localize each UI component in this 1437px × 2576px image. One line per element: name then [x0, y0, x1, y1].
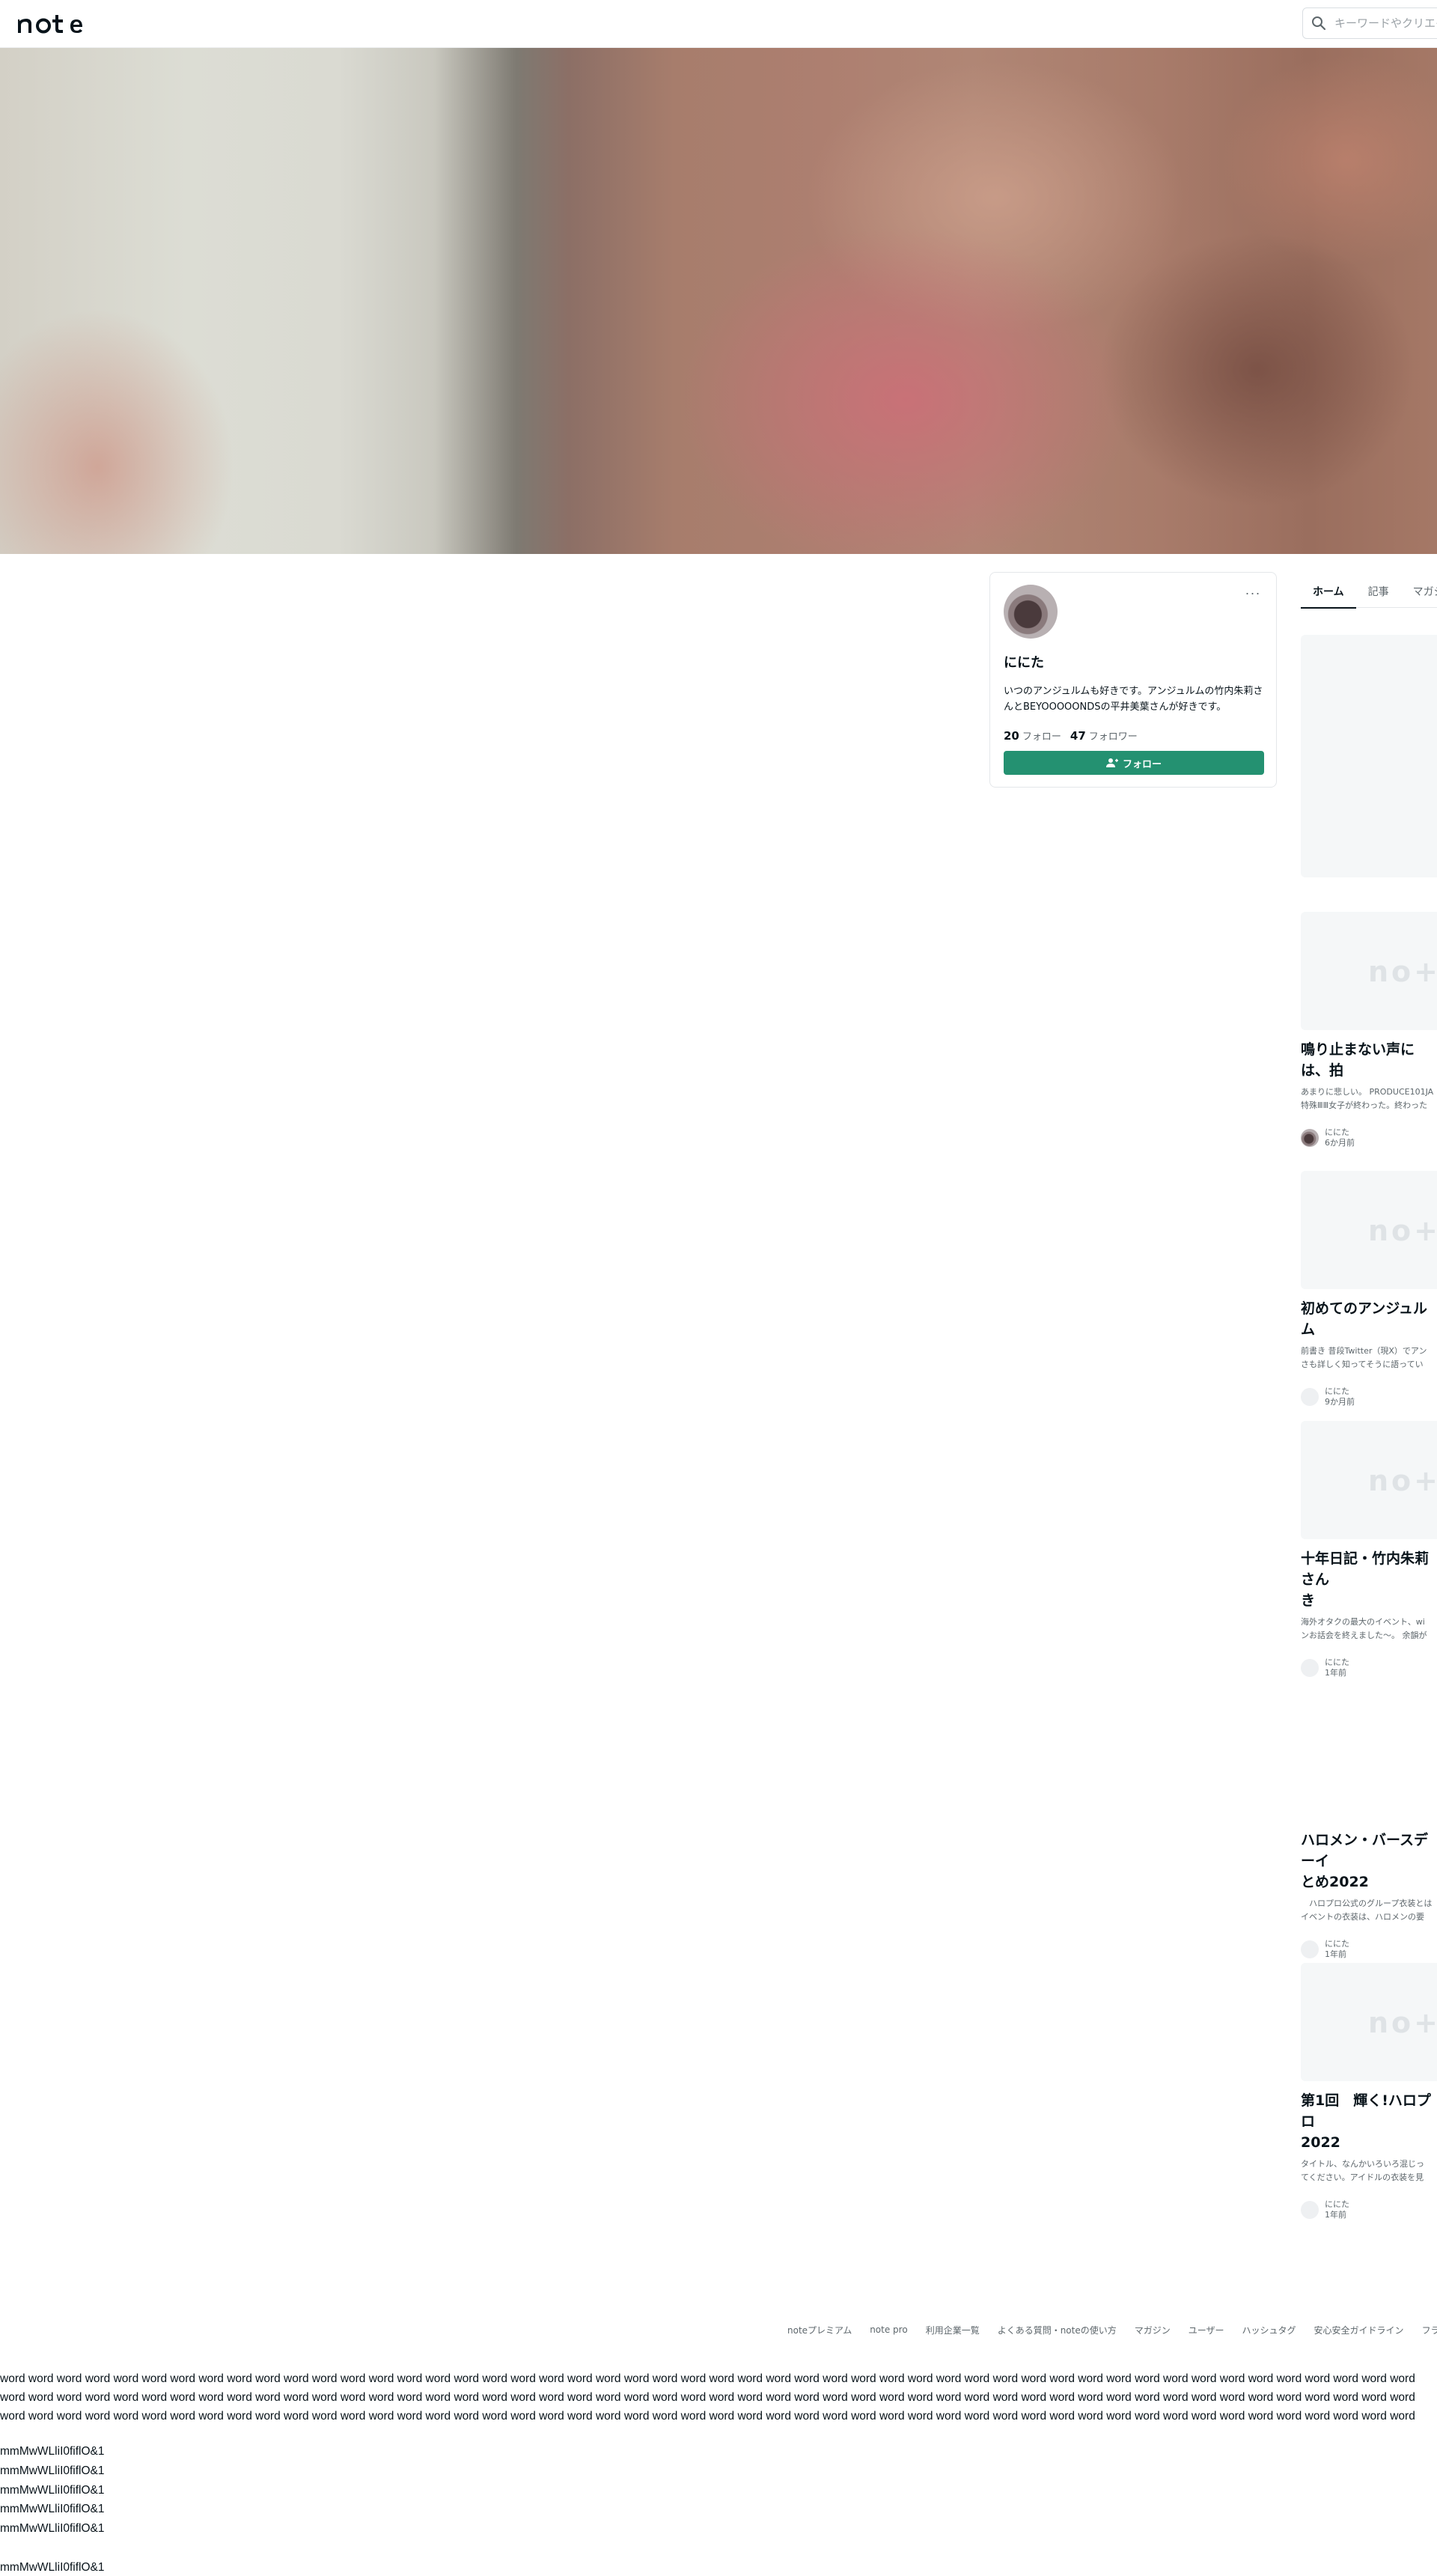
article-author[interactable]: ににた 9か月前	[1301, 1386, 1437, 1407]
profile-bio: いつのアンジュルムも好きです。アンジュルムの竹内朱莉さんとBEYOOOOONDS…	[1004, 686, 1263, 713]
article-card[interactable]: no+ 初めてのアンジュルム前書き 昔段Twitter（現X）でアン さも詳しく知…	[1301, 1171, 1437, 1407]
footer-link[interactable]: 安心安全ガイドライン	[1314, 2324, 1404, 2336]
follow-button-label: フォロー	[1122, 758, 1162, 770]
probe-line: mmMwWLliI0fiflO&1	[0, 2483, 105, 2497]
article-author[interactable]: ににた 1年前	[1301, 2199, 1437, 2220]
article-card[interactable]: ハロメン・バースデーイ とめ2022 ハロプロ公式のグループ衣装とは イベントの…	[1301, 1702, 1437, 1960]
profile-avatar[interactable]	[1004, 585, 1058, 639]
note-watermark-icon: no+	[1368, 955, 1437, 988]
article-card[interactable]: no+ 十年日記・竹内朱莉さん き海外オタクの最大のイベント、wi ンお話会を終え…	[1301, 1421, 1437, 1678]
footer-link[interactable]: フラ	[1422, 2324, 1437, 2336]
article-title[interactable]: 鳴り止まない声には、拍	[1301, 1039, 1437, 1081]
author-name[interactable]: ににた	[1325, 1127, 1349, 1138]
probe-line: mmMwWLliI0fiflO&1	[0, 2503, 105, 2516]
article-card[interactable]: no+ 鳴り止まない声には、拍あまりに悲しい。 PRODUCE101JA 特殊ⅢⅢ…	[1301, 912, 1437, 1148]
article-thumbnail[interactable]: no+	[1301, 1963, 1437, 2081]
note-logo[interactable]	[16, 12, 91, 34]
article-title[interactable]: ハロメン・バースデーイ とめ2022	[1301, 1830, 1437, 1893]
article-author[interactable]: ににた 1年前	[1301, 1939, 1437, 1960]
article-title[interactable]: 初めてのアンジュルム	[1301, 1298, 1437, 1340]
article-excerpt: タイトル、なんかいろいろ混じっ てください。アイドルの衣装を見	[1301, 2159, 1424, 2182]
followers-label[interactable]: フォロワー	[1089, 728, 1138, 743]
author-avatar[interactable]	[1301, 1940, 1319, 1958]
note-watermark-icon: no+	[1368, 1214, 1437, 1247]
footer-link[interactable]: マガジン	[1135, 2324, 1171, 2336]
author-avatar[interactable]	[1301, 1659, 1319, 1677]
global-header	[0, 0, 1437, 48]
author-avatar[interactable]	[1301, 1129, 1319, 1147]
probe-line	[0, 2539, 105, 2558]
following-label[interactable]: フォロー	[1022, 728, 1061, 743]
search-input[interactable]	[1334, 16, 1437, 30]
tab-2[interactable]: マガジン	[1401, 573, 1437, 608]
probe-line: mmMwWLliI0fiflO&1	[0, 2464, 105, 2477]
font-probe-lines: mmMwWLliI0fiflO&1 mmMwWLliI0fiflO&1 mmMwWL…	[0, 2442, 105, 2576]
article-excerpt: あまりに悲しい。 PRODUCE101JA 特殊ⅢⅢ女子が終わった。終わった	[1301, 1087, 1434, 1110]
footer-links: noteプレミアム note pro 利用企業一覧 よくある質問・noteの使い方 マガ…	[787, 2321, 1437, 2339]
profile-stats: 20 フォロー 47 フォロワー	[1004, 728, 1147, 743]
probe-line: mmMwWLliI0fiflO&1	[0, 2560, 105, 2574]
article-thumbnail[interactable]: no+	[1301, 1171, 1437, 1289]
note-logo-icon	[18, 15, 82, 34]
footer-link[interactable]: note pro	[870, 2324, 907, 2335]
probe-line: mmMwWLliI0fiflO&1	[0, 2522, 105, 2536]
article-author[interactable]: ににた 1年前	[1301, 1657, 1437, 1678]
following-count[interactable]: 20	[1004, 729, 1019, 743]
article-thumbnail[interactable]: no+	[1301, 912, 1437, 1030]
profile-name: ににた	[1004, 655, 1044, 671]
author-avatar[interactable]	[1301, 2201, 1319, 2219]
article-time: 6か月前	[1325, 1138, 1355, 1148]
author-name[interactable]: ににた	[1325, 1939, 1349, 1949]
article-time: 1年前	[1325, 1949, 1346, 1959]
article-time: 9か月前	[1325, 1397, 1355, 1407]
profile-header-image	[0, 48, 1437, 554]
article-time: 1年前	[1325, 1668, 1346, 1678]
overflow-text: word word word word word word word word …	[0, 2372, 1415, 2423]
note-watermark-icon: no+	[1368, 2006, 1437, 2039]
profile-tabs: ホーム記事マガジン	[1301, 573, 1437, 609]
article-title[interactable]: 第1回 輝く!ハロプロ 2022	[1301, 2090, 1437, 2153]
author-name[interactable]: ににた	[1325, 1386, 1349, 1397]
followers-count[interactable]: 47	[1070, 729, 1086, 743]
author-avatar[interactable]	[1301, 1388, 1319, 1406]
footer-link[interactable]: ユーザー	[1189, 2324, 1224, 2336]
article-thumbnail-empty	[1301, 1702, 1437, 1821]
tab-0[interactable]: ホーム	[1301, 573, 1356, 609]
article-card[interactable]: no+ 第1回 輝く!ハロプロ 2022 タイトル、なんかいろいろ混じっ てください…	[1301, 1963, 1437, 2220]
more-options-button[interactable]: ···	[1243, 583, 1263, 603]
author-name[interactable]: ににた	[1325, 2199, 1349, 2210]
search-icon	[1312, 16, 1326, 31]
note-watermark-icon: no+	[1368, 1464, 1437, 1497]
article-time: 1年前	[1325, 2210, 1346, 2220]
follow-button[interactable]: フォロー	[1004, 751, 1264, 775]
search-box[interactable]	[1302, 7, 1437, 39]
article-title[interactable]: 十年日記・竹内朱莉さん き	[1301, 1548, 1437, 1611]
article-thumbnail[interactable]: no+	[1301, 1421, 1437, 1539]
article-author[interactable]: ににた 6か月前	[1301, 1127, 1437, 1148]
profile-card: ··· ににた いつのアンジュルムも好きです。アンジュルムの竹内朱莉さんとBEY…	[989, 572, 1277, 788]
article-excerpt: 海外オタクの最大のイベント、wi ンお話会を終えました〜。 余韻が	[1301, 1617, 1427, 1640]
probe-line: mmMwWLliI0fiflO&1	[0, 2445, 105, 2458]
footer-link[interactable]: よくある質問・noteの使い方	[998, 2324, 1117, 2336]
footer-link[interactable]: 利用企業一覧	[926, 2324, 980, 2336]
footer-link[interactable]: ハッシュタグ	[1242, 2324, 1296, 2336]
footer-link[interactable]: noteプレミアム	[787, 2324, 852, 2336]
article-excerpt: ハロプロ公式のグループ衣装とは イベントの衣装は、ハロメンの要	[1301, 1898, 1433, 1922]
featured-image-placeholder[interactable]	[1301, 635, 1437, 877]
add-user-icon	[1105, 758, 1118, 767]
author-name[interactable]: ににた	[1325, 1657, 1349, 1668]
article-excerpt: 前書き 昔段Twitter（現X）でアン さも詳しく知ってそうに語ってい	[1301, 1346, 1427, 1369]
tab-1[interactable]: 記事	[1356, 573, 1401, 608]
